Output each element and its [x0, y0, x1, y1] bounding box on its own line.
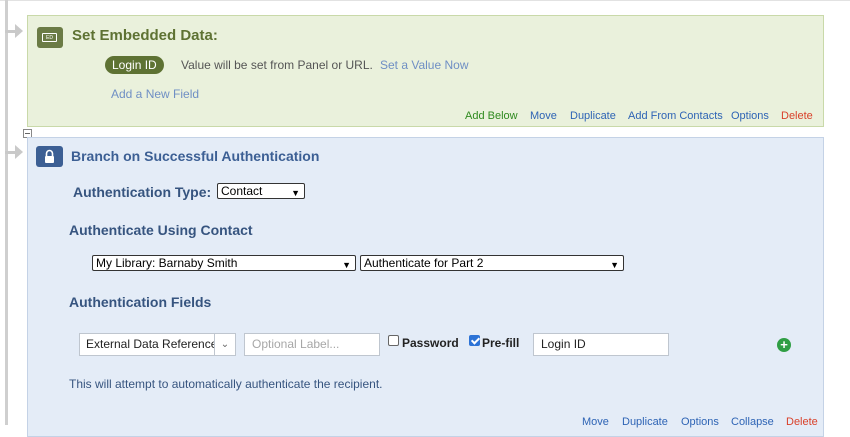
auth-note: This will attempt to automatically authe… — [69, 377, 383, 391]
auth-type-label: Authentication Type: — [73, 184, 212, 200]
options-link[interactable]: Options — [681, 416, 719, 428]
duplicate-link[interactable]: Duplicate — [622, 416, 668, 428]
contact-list-select[interactable]: Authenticate for Part 2 ▼ — [360, 255, 624, 271]
field-type-select[interactable]: External Data Reference — [79, 333, 235, 356]
embedded-field-message: Value will be set from Panel or URL. — [181, 58, 373, 72]
branch-block: Branch on Successful Authentication Auth… — [27, 137, 824, 437]
password-checkbox[interactable] — [388, 335, 399, 346]
auth-type-select[interactable]: Contact ▼ — [217, 183, 305, 199]
lock-icon — [36, 146, 63, 167]
add-from-contacts-link[interactable]: Add From Contacts — [628, 110, 723, 122]
delete-link[interactable]: Delete — [781, 110, 813, 122]
library-select[interactable]: My Library: Barnaby Smith ▼ — [92, 255, 356, 271]
embedded-data-block: ED Set Embedded Data: Login ID Value wil… — [27, 15, 824, 127]
embedded-field-pill[interactable]: Login ID — [105, 56, 164, 74]
field-value-input[interactable]: Login ID — [533, 333, 669, 356]
branch-title: Branch on Successful Authentication — [71, 148, 320, 164]
chevron-down-icon[interactable]: ⌄ — [214, 333, 236, 356]
move-link[interactable]: Move — [530, 110, 557, 122]
chevron-down-icon: ▼ — [342, 260, 351, 270]
top-divider — [0, 0, 850, 1]
embedded-data-title: Set Embedded Data: — [72, 27, 218, 44]
optional-label-input[interactable]: Optional Label... — [244, 333, 380, 356]
embedded-data-icon: ED — [37, 27, 63, 48]
move-link[interactable]: Move — [582, 416, 609, 428]
flow-arrow-icon — [5, 23, 23, 39]
duplicate-link[interactable]: Duplicate — [570, 110, 616, 122]
add-below-link[interactable]: Add Below — [465, 110, 518, 122]
set-value-link[interactable]: Set a Value Now — [380, 58, 469, 72]
delete-link[interactable]: Delete — [786, 416, 818, 428]
collapse-link[interactable]: Collapse — [731, 416, 774, 428]
prefill-label: Pre-fill — [482, 336, 520, 350]
chevron-down-icon: ▼ — [291, 188, 300, 198]
auth-using-heading: Authenticate Using Contact — [69, 222, 253, 238]
flow-arrow-icon — [5, 144, 23, 160]
add-field-plus-icon[interactable]: + — [777, 338, 791, 352]
flow-line — [5, 0, 8, 425]
chevron-down-icon: ▼ — [610, 260, 619, 270]
prefill-checkbox[interactable] — [469, 335, 480, 346]
auth-fields-heading: Authentication Fields — [69, 294, 212, 310]
add-new-field-link[interactable]: Add a New Field — [111, 87, 199, 101]
options-link[interactable]: Options — [731, 110, 769, 122]
password-label: Password — [402, 336, 459, 350]
